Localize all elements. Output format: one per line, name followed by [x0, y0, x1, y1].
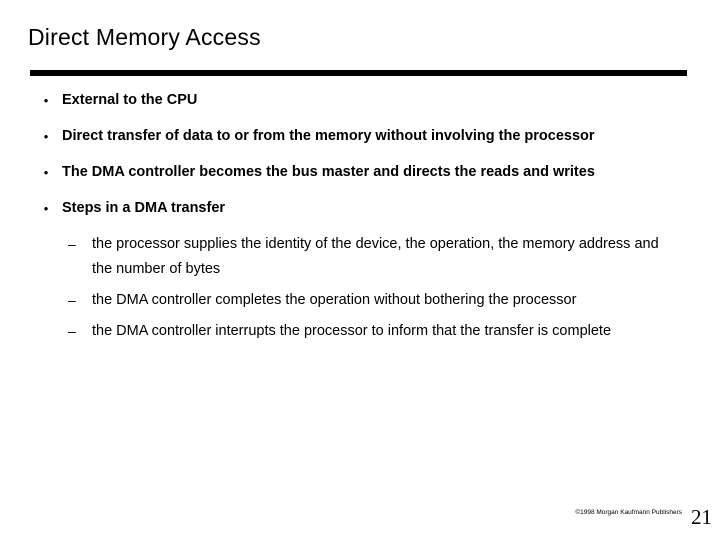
dash-marker-icon: –: [68, 292, 76, 308]
dash-marker-icon: –: [68, 236, 76, 252]
dash-marker-icon: –: [68, 323, 76, 339]
list-item-text: External to the CPU: [62, 92, 198, 108]
sub-list-item-text: the processor supplies the identity of t…: [92, 236, 659, 277]
list-item: • The DMA controller becomes the bus mas…: [30, 160, 690, 185]
list-item-text: The DMA controller becomes the bus maste…: [62, 164, 595, 180]
sub-list-item: – the DMA controller completes the opera…: [30, 288, 690, 313]
bullet-marker-icon: •: [43, 129, 49, 144]
list-item-text: Steps in a DMA transfer: [62, 200, 226, 216]
list-item: • Steps in a DMA transfer: [30, 196, 690, 221]
copyright-notice: ©1998 Morgan Kaufmann Publishers: [575, 509, 682, 516]
sub-list-item: – the DMA controller interrupts the proc…: [30, 319, 690, 344]
title-divider: [30, 70, 687, 76]
slide-body: • External to the CPU • Direct transfer …: [30, 88, 690, 350]
bullet-marker-icon: •: [43, 201, 49, 216]
sub-list-item-text: the DMA controller interrupts the proces…: [92, 323, 612, 339]
list-item: • External to the CPU: [30, 88, 690, 113]
page-title: Direct Memory Access: [28, 24, 261, 50]
list-item-text: Direct transfer of data to or from the m…: [62, 128, 595, 144]
sub-list-item: – the processor supplies the identity of…: [30, 232, 690, 282]
list-item: • Direct transfer of data to or from the…: [30, 124, 690, 149]
page-number: 21: [691, 505, 712, 529]
slide: Direct Memory Access • External to the C…: [0, 0, 720, 540]
bullet-marker-icon: •: [43, 93, 49, 108]
bullet-marker-icon: •: [43, 165, 49, 180]
sub-list-item-text: the DMA controller completes the operati…: [92, 292, 577, 308]
